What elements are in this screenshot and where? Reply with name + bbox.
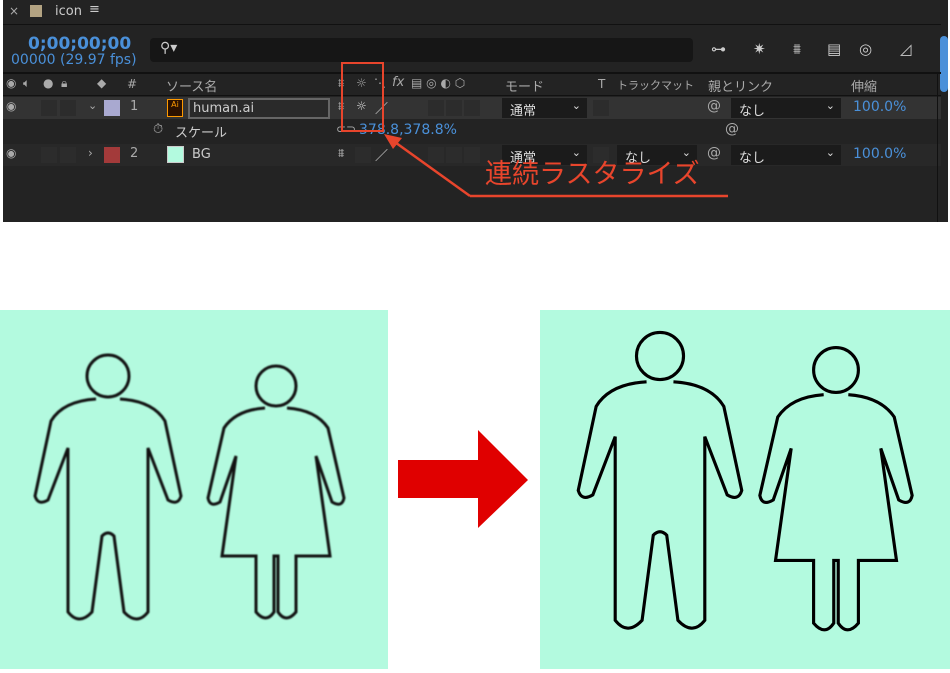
annotation-label: 連続ラスタライズ (485, 159, 700, 190)
woman-figure (206, 364, 346, 620)
before-preview (0, 310, 388, 669)
after-preview (540, 310, 950, 669)
woman-figure (758, 346, 914, 632)
man-figure (576, 330, 744, 630)
right-arrow-icon (398, 430, 528, 528)
man-figure (33, 353, 183, 621)
